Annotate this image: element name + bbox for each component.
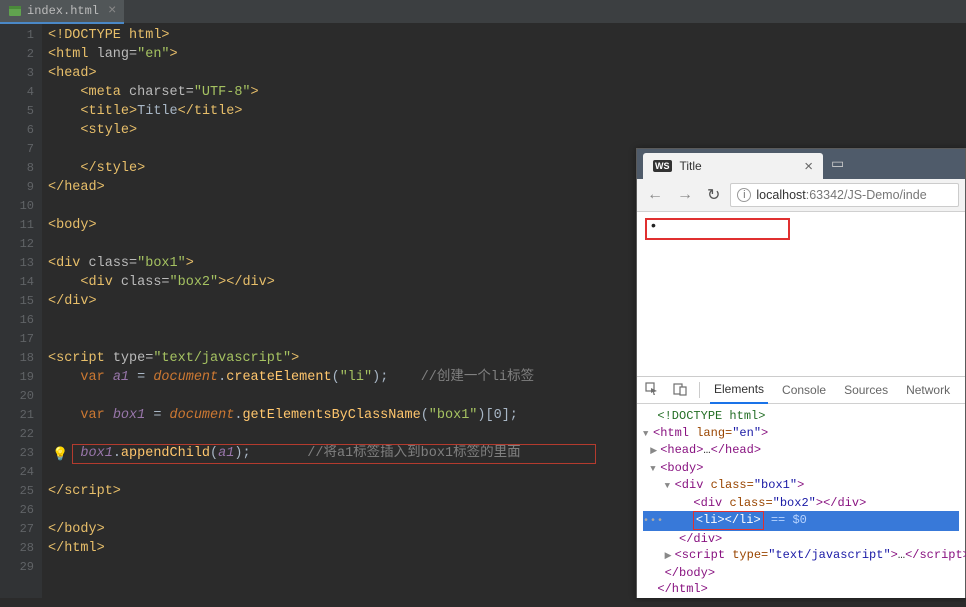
devtools-tabs: Elements Console Sources Network bbox=[637, 377, 965, 404]
ws-favicon-icon: WS bbox=[653, 160, 672, 172]
expand-icon[interactable] bbox=[643, 425, 653, 443]
selected-dom-node[interactable]: ••• <li></li> == $0 bbox=[643, 511, 959, 531]
inspect-icon[interactable] bbox=[643, 382, 661, 399]
line-gutter: 1234567891011121314151617181920212223242… bbox=[0, 24, 42, 598]
browser-tabstrip: WS Title × ▭ bbox=[637, 149, 965, 179]
forward-icon: → bbox=[673, 186, 697, 204]
expand-icon[interactable] bbox=[665, 547, 675, 565]
tab-sources[interactable]: Sources bbox=[840, 377, 892, 404]
tab-console[interactable]: Console bbox=[778, 377, 830, 404]
lightbulb-icon[interactable]: 💡 bbox=[52, 445, 68, 464]
reload-icon[interactable]: ↻ bbox=[703, 185, 724, 205]
breadcrumb-dots: ••• bbox=[643, 516, 664, 527]
highlighted-box-element bbox=[645, 218, 790, 240]
file-tab-index[interactable]: index.html × bbox=[0, 0, 124, 24]
tab-label: index.html bbox=[27, 4, 99, 18]
tab-network[interactable]: Network bbox=[902, 377, 954, 404]
expand-icon[interactable] bbox=[650, 460, 660, 478]
html-file-icon bbox=[8, 4, 22, 18]
close-icon[interactable]: × bbox=[804, 158, 813, 175]
highlight-box bbox=[72, 444, 596, 464]
close-icon[interactable]: × bbox=[108, 4, 116, 18]
expand-icon[interactable] bbox=[650, 442, 660, 460]
dom-tree[interactable]: <!DOCTYPE html> <html lang="en"> <head>…… bbox=[637, 404, 965, 602]
expand-icon[interactable] bbox=[665, 477, 675, 495]
tab-elements[interactable]: Elements bbox=[710, 377, 768, 404]
devtools-panel: Elements Console Sources Network <!DOCTY… bbox=[637, 376, 965, 598]
editor-tabbar: index.html × bbox=[0, 0, 966, 24]
browser-tab-title: Title bbox=[680, 159, 702, 173]
code-text: <!DOCTYPE html> bbox=[48, 28, 170, 43]
browser-tab[interactable]: WS Title × bbox=[643, 153, 823, 179]
browser-viewport bbox=[637, 212, 965, 376]
browser-window: WS Title × ▭ ← → ↻ i localhost:63342/JS-… bbox=[636, 148, 966, 598]
separator bbox=[699, 382, 700, 398]
device-icon[interactable] bbox=[671, 382, 689, 399]
info-icon[interactable]: i bbox=[737, 188, 751, 202]
address-bar[interactable]: i localhost:63342/JS-Demo/inde bbox=[730, 183, 959, 207]
browser-toolbar: ← → ↻ i localhost:63342/JS-Demo/inde bbox=[637, 179, 965, 212]
back-icon[interactable]: ← bbox=[643, 186, 667, 204]
new-tab-icon[interactable]: ▭ bbox=[823, 156, 852, 173]
